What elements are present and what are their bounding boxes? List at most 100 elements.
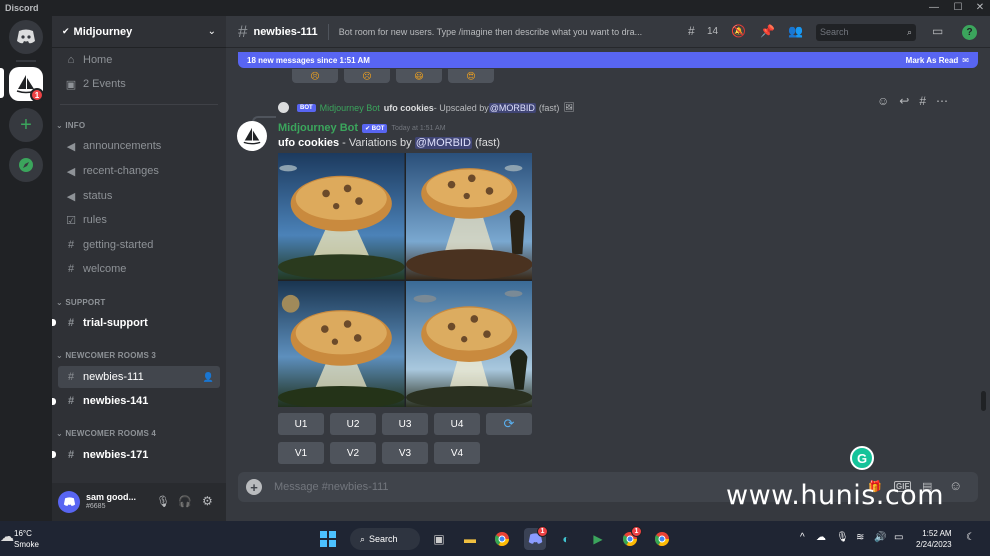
help-icon[interactable]: ?: [962, 25, 977, 40]
image-tile[interactable]: [278, 280, 405, 407]
variation-4-button[interactable]: V4: [434, 442, 480, 464]
reaction-button[interactable]: ☹: [344, 69, 390, 83]
user-tag: #6685: [86, 503, 106, 510]
explore-servers-button[interactable]: [9, 148, 43, 182]
chevron-down-icon: ⌄: [207, 26, 216, 37]
add-reaction-icon[interactable]: ☺: [877, 94, 889, 108]
channel-newbies-171[interactable]: # newbies-171: [58, 444, 220, 466]
category-support[interactable]: ⌄ SUPPORT: [56, 298, 105, 307]
message-input[interactable]: Message #newbies-111: [274, 481, 389, 493]
channel-announcements[interactable]: ◀ announcements: [58, 135, 220, 157]
search-input[interactable]: Search ⌕: [816, 24, 916, 41]
edge-icon[interactable]: ◐: [555, 528, 577, 550]
channel-topic[interactable]: Bot room for new users. Type /imagine th…: [339, 27, 673, 37]
image-tile[interactable]: [278, 153, 405, 280]
system-clock[interactable]: 1:52 AM 2/24/2023: [916, 528, 952, 550]
create-thread-icon[interactable]: #: [919, 94, 926, 108]
sidebar-item-events[interactable]: ▣ 2 Events: [58, 73, 220, 95]
channel-welcome[interactable]: # welcome: [58, 258, 220, 280]
image-grid[interactable]: [278, 153, 532, 407]
channel-newbies-141[interactable]: # newbies-141: [58, 390, 220, 412]
reply-icon[interactable]: ↩: [899, 94, 909, 108]
wifi-icon[interactable]: ≋: [856, 532, 864, 543]
image-tile[interactable]: [405, 280, 532, 407]
avatar[interactable]: [237, 121, 267, 151]
microphone-tray-icon[interactable]: 🎙: [836, 532, 849, 543]
hash-icon: #: [67, 263, 75, 275]
sidebar-item-home[interactable]: ⌂ Home: [58, 49, 220, 71]
main-chat: # newbies-111 Bot room for new users. Ty…: [226, 16, 990, 521]
reaction-button[interactable]: 😃: [396, 69, 442, 83]
pin-icon[interactable]: 📌: [760, 24, 775, 38]
grammarly-icon[interactable]: G: [850, 446, 874, 470]
notification-bell-muted-icon[interactable]: 🔕: [731, 24, 746, 38]
attach-plus-icon[interactable]: +: [246, 479, 262, 495]
channel-getting-started[interactable]: # getting-started: [58, 234, 220, 256]
member-list-icon[interactable]: 👥: [788, 24, 803, 38]
more-options-icon[interactable]: ⋯: [936, 94, 948, 108]
reply-author[interactable]: Midjourney Bot: [320, 103, 380, 113]
category-label: NEWCOMER ROOMS 4: [65, 429, 157, 438]
scrollbar[interactable]: [981, 391, 986, 411]
message-author[interactable]: Midjourney Bot: [278, 122, 358, 134]
maximize-icon[interactable]: ☐: [948, 0, 968, 16]
channel-rules[interactable]: ☑ rules: [58, 209, 220, 231]
watermark: www.hunis.com: [726, 480, 945, 511]
channel-newbies-111[interactable]: # newbies-111 👤: [58, 366, 220, 388]
image-tile[interactable]: [405, 153, 532, 280]
upscale-3-button[interactable]: U3: [382, 413, 428, 435]
threads-icon[interactable]: #: [688, 24, 695, 38]
gear-icon[interactable]: ⚙: [202, 494, 213, 508]
cloud-offline-icon[interactable]: ☁: [816, 532, 826, 543]
guild-header[interactable]: ✔ Midjourney ⌄: [52, 16, 226, 48]
channel-trial-support[interactable]: # trial-support: [58, 312, 220, 334]
compass-icon: [19, 158, 33, 172]
taskbar-search[interactable]: ⌕ Search: [350, 528, 420, 550]
volume-icon[interactable]: 🔊: [874, 532, 886, 543]
reaction-button[interactable]: 😣: [292, 69, 338, 83]
channel-status[interactable]: ◀ status: [58, 185, 220, 207]
category-info[interactable]: ⌄ INFO: [56, 121, 85, 130]
add-server-button[interactable]: +: [9, 108, 43, 142]
file-explorer-icon[interactable]: ▬: [459, 528, 481, 550]
variation-2-button[interactable]: V2: [330, 442, 376, 464]
user-info[interactable]: sam good... #6685: [86, 492, 136, 512]
weather-widget[interactable]: 16°C Smoke: [14, 528, 39, 550]
upscale-4-button[interactable]: U4: [434, 413, 480, 435]
chrome-icon[interactable]: [491, 528, 513, 550]
channel-header: # newbies-111 Bot room for new users. Ty…: [226, 16, 990, 48]
category-newcomer-rooms-3[interactable]: ⌄ NEWCOMER ROOMS 3: [56, 351, 156, 360]
category-newcomer-rooms-4[interactable]: ⌄ NEWCOMER ROOMS 4: [56, 429, 156, 438]
terminal-icon[interactable]: ▶: [587, 528, 609, 550]
reroll-button[interactable]: ⟳: [486, 413, 532, 435]
variation-3-button[interactable]: V3: [382, 442, 428, 464]
reply-preview[interactable]: BOT Midjourney Bot ufo cookies - Upscale…: [278, 102, 575, 113]
reaction-button[interactable]: 😍: [448, 69, 494, 83]
new-messages-bar[interactable]: 18 new messages since 1:51 AM Mark As Re…: [238, 52, 978, 68]
chevron-up-icon[interactable]: ^: [800, 532, 805, 543]
home-button[interactable]: [9, 20, 43, 54]
minimize-icon[interactable]: —: [924, 0, 944, 16]
chrome-alt-icon[interactable]: [651, 528, 673, 550]
channel-title: newbies-111: [253, 25, 318, 38]
upscale-2-button[interactable]: U2: [330, 413, 376, 435]
avatar[interactable]: [58, 491, 80, 513]
variation-1-button[interactable]: V1: [278, 442, 324, 464]
mention[interactable]: @MORBID: [414, 137, 472, 149]
microphone-icon[interactable]: 🎙: [156, 495, 170, 508]
upscale-1-button[interactable]: U1: [278, 413, 324, 435]
task-view-icon[interactable]: ▣: [428, 528, 450, 550]
emoji-picker-icon[interactable]: ☺: [949, 478, 962, 493]
weather-temp: 16°C: [14, 529, 32, 538]
start-button[interactable]: [317, 528, 339, 550]
inbox-icon[interactable]: ▭: [932, 24, 943, 38]
emoji-persevere-icon: 😣: [310, 70, 320, 81]
mark-as-read-button[interactable]: Mark As Read: [906, 56, 959, 65]
add-member-icon[interactable]: 👤: [203, 372, 214, 383]
headphones-icon[interactable]: 🎧: [178, 495, 192, 508]
notifications-moon-icon[interactable]: ☾: [966, 532, 975, 543]
battery-icon[interactable]: ▭: [894, 532, 903, 543]
mention[interactable]: @MORBID: [488, 102, 536, 113]
channel-recent-changes[interactable]: ◀ recent-changes: [58, 160, 220, 182]
close-icon[interactable]: ✕: [970, 0, 990, 16]
